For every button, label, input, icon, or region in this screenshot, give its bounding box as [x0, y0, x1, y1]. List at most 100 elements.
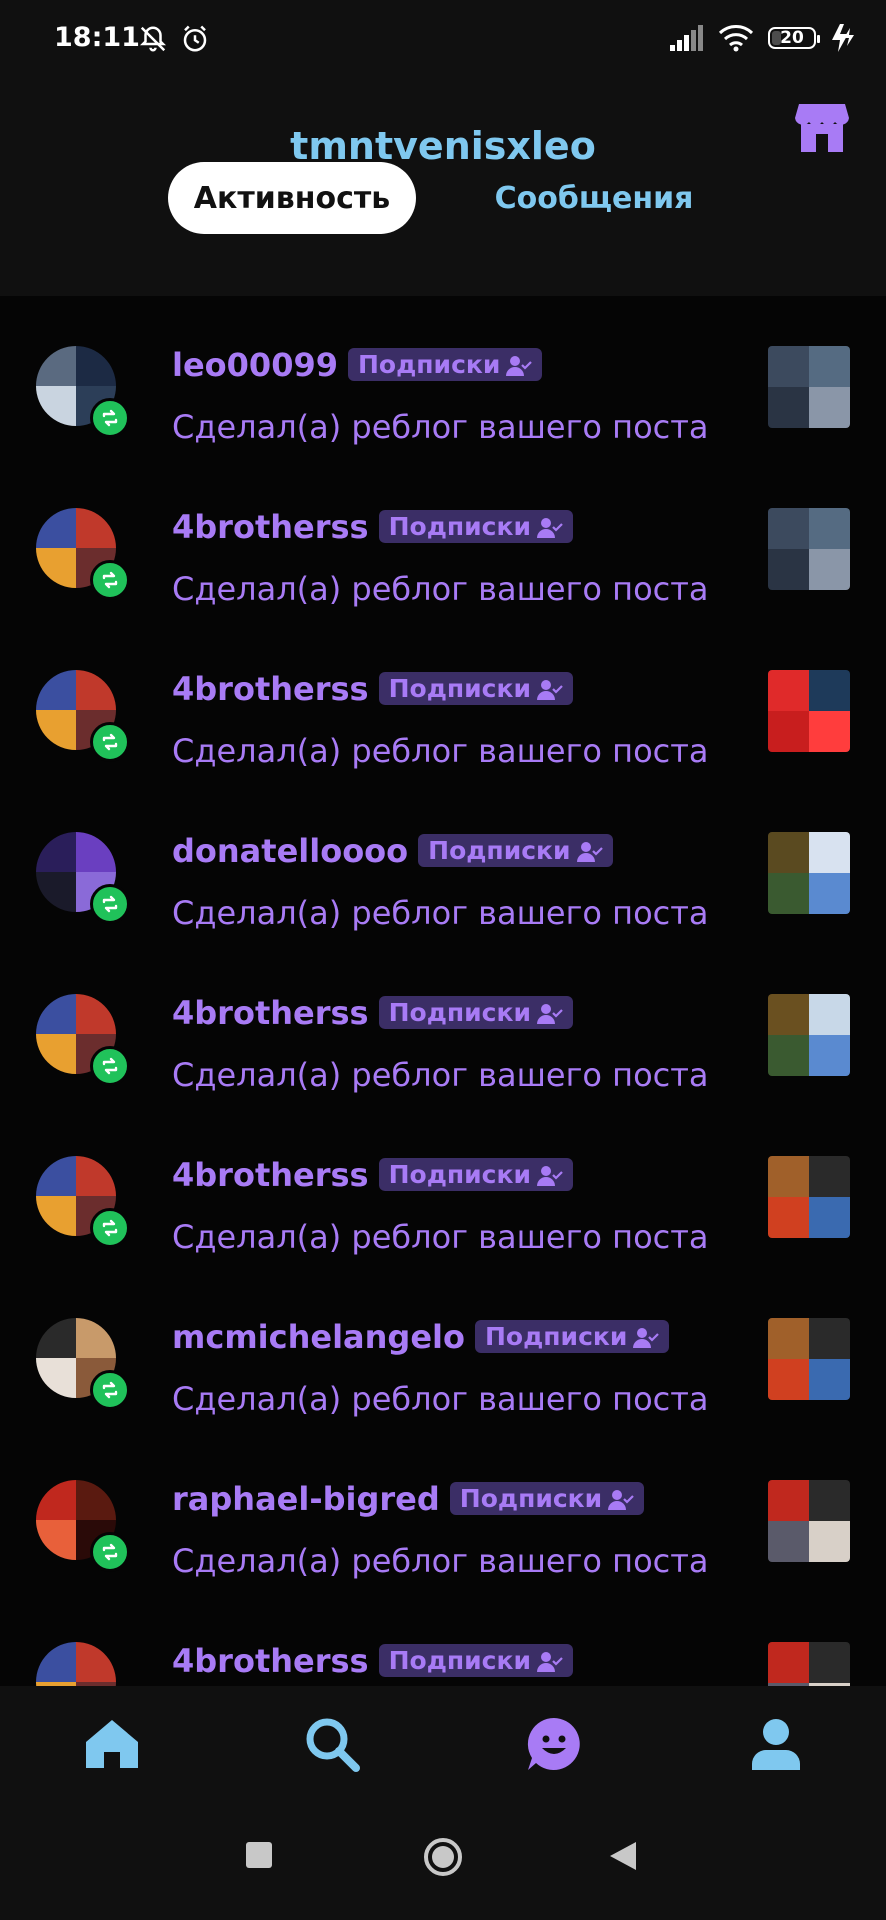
post-thumbnail[interactable]: [768, 1480, 850, 1562]
post-thumbnail[interactable]: [768, 1642, 850, 1686]
charging-icon: [832, 24, 854, 52]
status-bar: 18:11 20: [0, 0, 886, 80]
activity-row[interactable]: raphael-bigred Подписки Сделал(а) реблог в…: [0, 1430, 886, 1592]
following-badge-label: Подписки: [388, 511, 531, 541]
user-check-icon: [633, 1322, 660, 1351]
avatar[interactable]: [36, 1156, 130, 1248]
battery-level: 20: [780, 28, 804, 48]
account-icon[interactable]: [746, 1714, 806, 1774]
avatar[interactable]: [36, 832, 130, 924]
following-badge-label: Подписки: [388, 997, 531, 1027]
activity-icon[interactable]: [524, 1714, 584, 1774]
following-badge-label: Подписки: [428, 835, 571, 865]
avatar[interactable]: [36, 1642, 118, 1686]
avatar[interactable]: [36, 670, 130, 762]
username[interactable]: raphael-bigred: [172, 1480, 440, 1518]
activity-row[interactable]: leo00099 Подписки Сделал(а) реблог вашего …: [0, 296, 886, 458]
reblog-icon: [90, 1370, 130, 1410]
following-badge-label: Подписки: [459, 1483, 603, 1513]
following-badge: Подписки: [378, 1157, 573, 1191]
following-badge: Подписки: [418, 833, 613, 867]
username[interactable]: 4brotherss: [172, 670, 369, 708]
post-thumbnail[interactable]: [768, 508, 850, 590]
activity-description: Сделал(а) реблог вашего поста: [172, 732, 709, 770]
user-check-icon: [536, 512, 563, 541]
post-thumbnail[interactable]: [768, 670, 850, 752]
activity-username-line: 4brotherss Подписки: [172, 994, 573, 1032]
user-check-icon: [536, 1160, 563, 1189]
avatar[interactable]: [36, 508, 130, 600]
activity-username-line: leo00099 Подписки: [172, 346, 543, 384]
activity-description: Сделал(а) реблог вашего поста: [172, 894, 709, 932]
following-badge-label: Подписки: [388, 673, 531, 703]
following-badge-label: Подписки: [484, 1321, 628, 1351]
username[interactable]: 4brotherss: [172, 1156, 369, 1194]
avatar[interactable]: [36, 1480, 130, 1572]
search-icon[interactable]: [302, 1714, 362, 1774]
activity-row[interactable]: 4brotherss Подписки Сделал(а) реблог вашег…: [0, 620, 886, 782]
following-badge-label: Подписки: [357, 349, 501, 379]
avatar[interactable]: [36, 994, 130, 1086]
activity-row[interactable]: donatelloooo Подписки Сделал(а) реблог ваш…: [0, 782, 886, 944]
activity-row[interactable]: 4brotherssПодпискиСделал(а) реблог вашег…: [0, 1592, 886, 1686]
avatar[interactable]: [36, 1318, 130, 1410]
home-button[interactable]: [422, 1836, 464, 1878]
tab-activity[interactable]: Активность: [168, 162, 416, 234]
following-badge: Подписки: [378, 995, 573, 1029]
status-left-icons: [138, 24, 210, 54]
store-icon[interactable]: [795, 100, 849, 154]
bottom-navigation: [0, 1686, 886, 1804]
activity-description: Сделал(а) реблог вашего поста: [172, 570, 709, 608]
back-button[interactable]: [608, 1840, 638, 1872]
post-thumbnail[interactable]: [768, 832, 850, 914]
username[interactable]: 4brotherss: [172, 994, 369, 1032]
recent-apps-button[interactable]: [244, 1840, 274, 1870]
activity-username-line: donatelloooo Подписки: [172, 832, 613, 870]
activity-username-line: raphael-bigred Подписки: [172, 1480, 645, 1518]
following-badge: Подписки: [347, 347, 543, 381]
reblog-icon: [90, 1208, 130, 1248]
following-badge: Подписки: [378, 671, 573, 705]
activity-description: Сделал(а) реблог вашего поста: [172, 1056, 709, 1094]
username[interactable]: leo00099: [172, 346, 338, 384]
system-navigation-bar: [0, 1804, 886, 1920]
post-thumbnail[interactable]: [768, 346, 850, 428]
following-badge: Подписки: [378, 1643, 573, 1677]
user-check-icon: [536, 1646, 563, 1675]
tab-messages[interactable]: Сообщения: [480, 162, 708, 234]
following-badge-label: Подписки: [388, 1645, 531, 1675]
activity-row[interactable]: 4brotherss Подписки Сделал(а) реблог вашег…: [0, 1106, 886, 1268]
blog-name[interactable]: tmntvenisxleo: [0, 124, 886, 168]
username[interactable]: 4brotherss: [172, 508, 369, 546]
user-check-icon: [506, 350, 533, 379]
activity-username-line: 4brotherss Подписки: [172, 1642, 573, 1680]
user-check-icon: [536, 674, 563, 703]
activity-description: Сделал(а) реблог вашего поста: [172, 1218, 709, 1256]
avatar[interactable]: [36, 346, 130, 438]
following-badge-label: Подписки: [388, 1159, 531, 1189]
activity-description: Сделал(а) реблог вашего поста: [172, 1380, 709, 1418]
username[interactable]: 4brotherss: [172, 1642, 369, 1680]
post-thumbnail[interactable]: [768, 1156, 850, 1238]
activity-username-line: mcmichelangelo Подписки: [172, 1318, 670, 1356]
reblog-icon: [90, 884, 130, 924]
post-thumbnail[interactable]: [768, 994, 850, 1076]
following-badge: Подписки: [449, 1481, 645, 1515]
signal-icon: [670, 25, 703, 51]
reblog-icon: [90, 722, 130, 762]
post-thumbnail[interactable]: [768, 1318, 850, 1400]
username[interactable]: donatelloooo: [172, 832, 408, 870]
activity-row[interactable]: 4brotherss Подписки Сделал(а) реблог вашег…: [0, 944, 886, 1106]
home-icon[interactable]: [82, 1714, 142, 1774]
activity-description: Сделал(а) реблог вашего поста: [172, 1542, 709, 1580]
activity-username-line: 4brotherss Подписки: [172, 1156, 573, 1194]
username[interactable]: mcmichelangelo: [172, 1318, 465, 1356]
following-badge: Подписки: [474, 1319, 670, 1353]
activity-row[interactable]: mcmichelangelo Подписки Сделал(а) реблог в…: [0, 1268, 886, 1430]
activity-list: leo00099 Подписки Сделал(а) реблог вашего …: [0, 296, 886, 1686]
activity-row[interactable]: 4brotherss Подписки Сделал(а) реблог вашег…: [0, 458, 886, 620]
status-right-icons: 20: [670, 24, 856, 52]
header: tmntvenisxleo Активность Сообщения: [0, 80, 886, 296]
activity-username-line: 4brotherss Подписки: [172, 508, 573, 546]
bell-off-icon: [139, 26, 167, 52]
